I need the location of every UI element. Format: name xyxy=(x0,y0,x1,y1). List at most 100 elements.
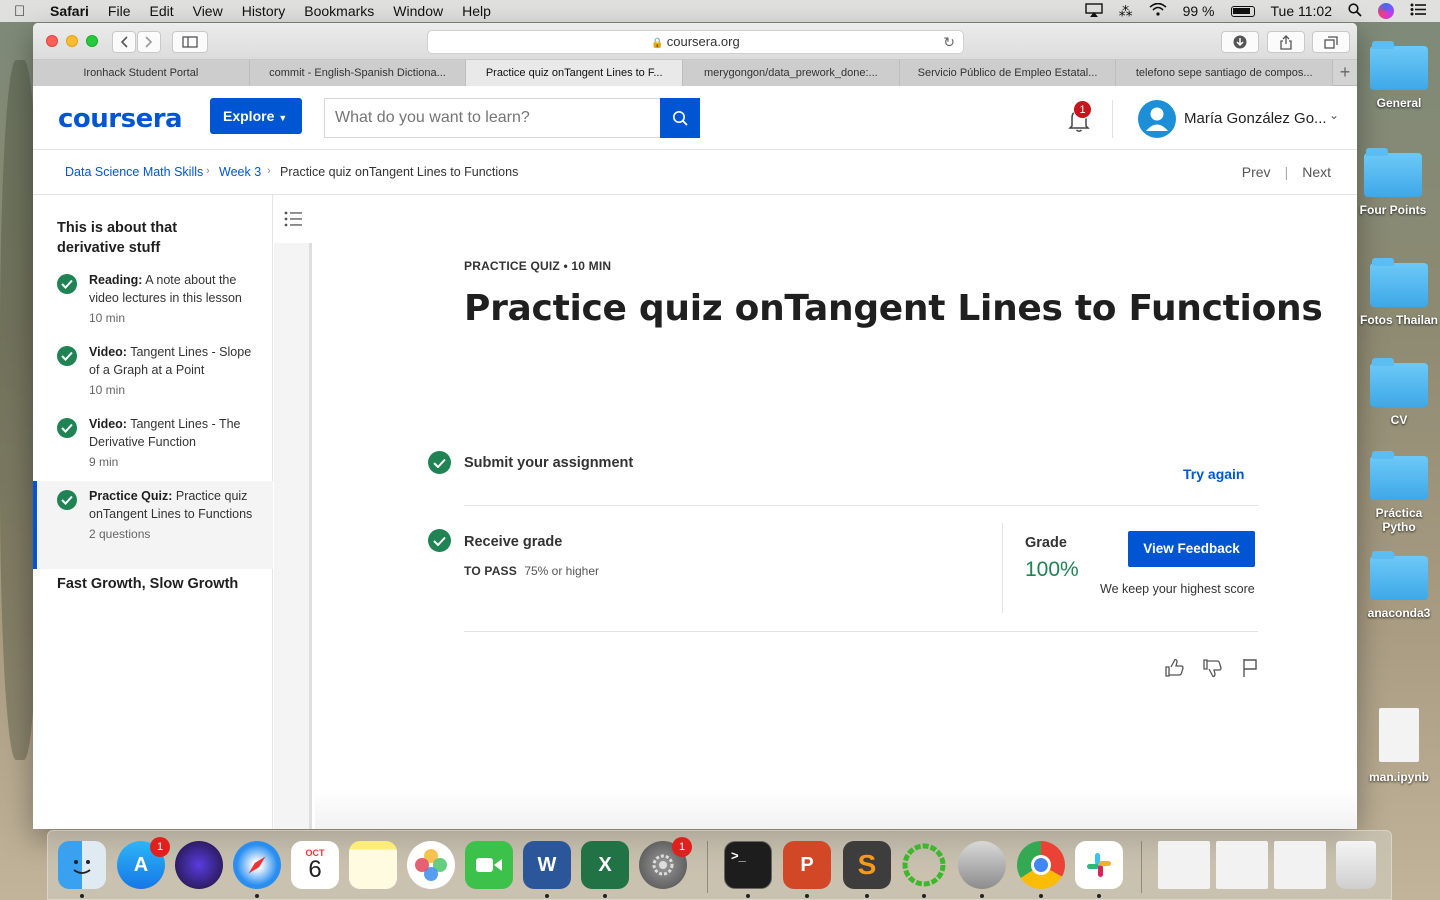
avatar[interactable] xyxy=(1138,100,1176,138)
desktop-folder-general[interactable]: General xyxy=(1358,41,1440,110)
flag-icon[interactable] xyxy=(1239,657,1261,679)
word-icon[interactable]: W xyxy=(523,841,571,889)
user-name[interactable]: María González Go... xyxy=(1184,110,1327,127)
menu-edit[interactable]: Edit xyxy=(149,3,173,19)
dock-separator xyxy=(1141,841,1142,893)
battery-icon[interactable] xyxy=(1230,5,1255,17)
safari-icon[interactable] xyxy=(233,841,281,889)
desktop-folder-anaconda[interactable]: anaconda3 xyxy=(1358,551,1440,620)
desktop-folder-fotos[interactable]: Fotos Thailan xyxy=(1358,258,1440,327)
menu-history[interactable]: History xyxy=(242,3,286,19)
spotlight-search-icon[interactable] xyxy=(1348,2,1362,20)
next-lesson-title[interactable]: Fast Growth, Slow Growth xyxy=(57,576,238,592)
address-bar[interactable]: 🔒 coursera.org ↻ xyxy=(427,30,964,54)
desktop-folder-practica[interactable]: Práctica Pytho xyxy=(1358,451,1440,534)
share-button[interactable] xyxy=(1267,31,1305,53)
chevron-down-icon: ▼ xyxy=(278,113,288,123)
minimize-window-button[interactable] xyxy=(66,35,78,47)
show-all-tabs-button[interactable] xyxy=(1312,31,1350,53)
clock[interactable]: Tue 11:02 xyxy=(1271,3,1333,19)
explore-button[interactable]: Explore ▼ xyxy=(210,98,302,134)
battery-percent[interactable]: 99 % xyxy=(1183,3,1215,19)
reload-icon[interactable]: ↻ xyxy=(943,31,955,53)
sublime-text-icon[interactable]: S xyxy=(843,841,891,889)
coursera-logo[interactable]: coursera xyxy=(58,104,183,134)
chrome-icon[interactable] xyxy=(1017,841,1065,889)
sidebar-item-practice-quiz[interactable]: Practice Quiz: Practice quiz onTangent L… xyxy=(33,481,273,569)
sidebar-item-video-slope[interactable]: Video: Tangent Lines - Slope of a Graph … xyxy=(33,341,273,401)
close-window-button[interactable] xyxy=(46,35,58,47)
notification-center-icon[interactable] xyxy=(1410,3,1426,19)
minimized-window-1-icon[interactable] xyxy=(1158,841,1210,889)
next-link[interactable]: Next xyxy=(1302,164,1331,180)
bluetooth-icon[interactable]: ⁂ xyxy=(1119,3,1133,20)
tab-ironhack[interactable]: Ironhack Student Portal xyxy=(33,60,250,86)
wifi-icon[interactable] xyxy=(1149,2,1167,19)
calendar-icon[interactable]: OCT 6 xyxy=(291,841,339,889)
divider xyxy=(464,505,1258,506)
desktop-folder-cv[interactable]: CV xyxy=(1358,358,1440,427)
desktop-label: Práctica Pytho xyxy=(1375,506,1423,534)
app-store-badge: 1 xyxy=(150,837,170,857)
breadcrumb: Data Science Math Skills › Week 3 › Prac… xyxy=(33,150,1357,195)
terminal-icon[interactable]: >_ xyxy=(724,841,772,889)
forward-button[interactable] xyxy=(137,31,161,53)
document-icon xyxy=(1379,708,1419,762)
facetime-icon[interactable] xyxy=(465,841,513,889)
disk-utility-icon[interactable] xyxy=(958,841,1006,889)
trash-icon[interactable] xyxy=(1336,841,1376,889)
feedback-actions xyxy=(1163,657,1261,679)
tab-github[interactable]: merygongon/data_prework_done:... xyxy=(683,60,900,86)
desktop-file-notebook[interactable]: man.ipynb xyxy=(1358,708,1440,784)
menu-file[interactable]: File xyxy=(108,3,131,19)
new-tab-button[interactable]: + xyxy=(1333,60,1357,85)
thumbs-down-icon[interactable] xyxy=(1201,657,1223,679)
desktop-label: man.ipynb xyxy=(1368,770,1429,784)
minimized-window-3-icon[interactable] xyxy=(1274,841,1326,889)
search-input[interactable] xyxy=(324,98,660,138)
tab-bar: Ironhack Student Portal commit - English… xyxy=(33,60,1357,86)
outline-toggle-button[interactable] xyxy=(274,195,312,243)
fullscreen-window-button[interactable] xyxy=(86,35,98,47)
notes-icon[interactable] xyxy=(349,841,397,889)
item-type: Video: xyxy=(89,417,127,431)
sidebar-toggle-button[interactable] xyxy=(172,31,208,53)
view-feedback-button[interactable]: View Feedback xyxy=(1128,531,1255,567)
siri-icon[interactable] xyxy=(1378,3,1394,19)
breadcrumb-week[interactable]: Week 3 xyxy=(219,165,261,179)
tab-dictionary[interactable]: commit - English-Spanish Dictiona... xyxy=(249,60,467,86)
menu-help[interactable]: Help xyxy=(462,3,491,19)
photos-icon[interactable] xyxy=(407,841,455,889)
prev-link[interactable]: Prev xyxy=(1242,164,1271,180)
search-button[interactable] xyxy=(660,98,700,138)
tab-telefono[interactable]: telefono sepe santiago de compos... xyxy=(1116,60,1334,86)
finder-icon[interactable] xyxy=(58,841,106,889)
slack-icon[interactable] xyxy=(1075,841,1123,889)
try-again-link[interactable]: Try again xyxy=(1183,466,1244,482)
siri-app-icon[interactable] xyxy=(175,841,223,889)
menu-app-name[interactable]: Safari xyxy=(50,3,89,19)
sidebar-item-reading[interactable]: Reading: A note about the video lectures… xyxy=(33,269,273,329)
desktop-label: General xyxy=(1376,96,1422,110)
anaconda-icon[interactable] xyxy=(900,841,948,889)
tab-sepe[interactable]: Servicio Público de Empleo Estatal... xyxy=(899,60,1117,86)
apple-menu-icon[interactable]:  xyxy=(14,3,30,20)
sidebar-item-video-derivative[interactable]: Video: Tangent Lines - The Derivative Fu… xyxy=(33,413,273,473)
desktop-folder-four-points[interactable]: Four Points xyxy=(1352,148,1434,217)
menu-bookmarks[interactable]: Bookmarks xyxy=(304,3,374,19)
excel-icon[interactable]: X xyxy=(581,841,629,889)
back-button[interactable] xyxy=(112,31,136,53)
thumbs-up-icon[interactable] xyxy=(1163,657,1185,679)
user-menu-chevron-icon[interactable]: ⌄ xyxy=(1329,108,1339,122)
menu-view[interactable]: View xyxy=(193,3,223,19)
downloads-button[interactable] xyxy=(1221,31,1259,53)
powerpoint-icon[interactable]: P xyxy=(783,841,831,889)
lesson-sidebar: This is about that derivative stuff Read… xyxy=(33,195,273,829)
running-indicator xyxy=(80,894,84,898)
minimized-window-2-icon[interactable] xyxy=(1216,841,1268,889)
breadcrumb-course[interactable]: Data Science Math Skills xyxy=(65,165,203,179)
tab-coursera-active[interactable]: Practice quiz onTangent Lines to F... xyxy=(466,60,684,86)
menu-window[interactable]: Window xyxy=(393,3,443,19)
airplay-icon[interactable] xyxy=(1084,2,1103,20)
folder-icon xyxy=(1364,148,1422,197)
